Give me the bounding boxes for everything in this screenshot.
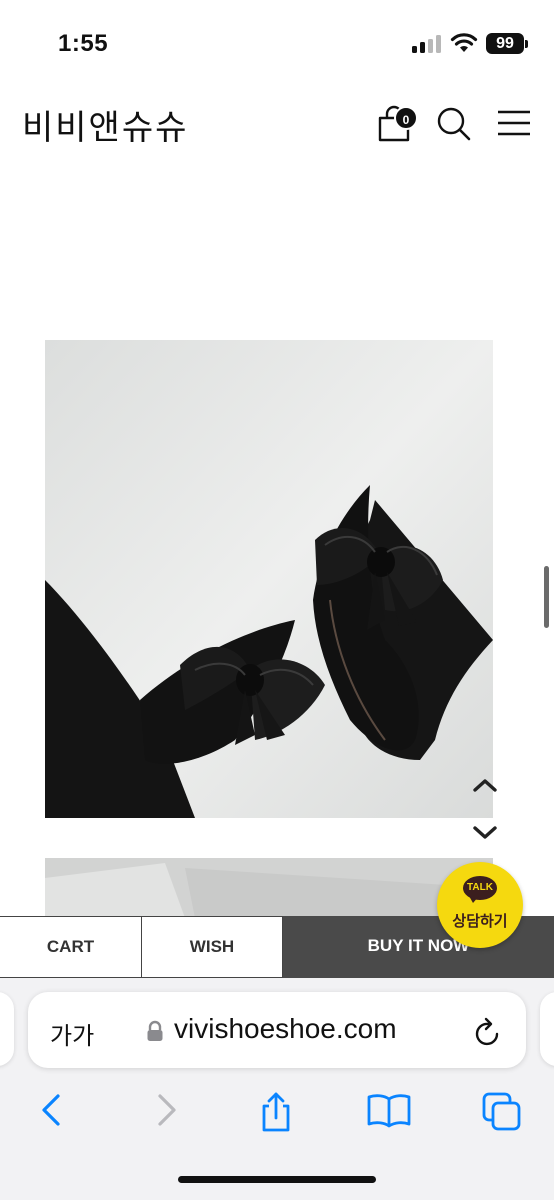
site-header: 비비앤슈슈 0 xyxy=(0,88,554,168)
battery-cap xyxy=(525,40,528,48)
product-image-secondary[interactable] xyxy=(45,858,493,918)
battery-icon: 99 xyxy=(486,33,524,54)
bookmarks-icon[interactable] xyxy=(366,1090,412,1130)
tabs-icon[interactable] xyxy=(480,1090,524,1134)
talk-bubble-tail xyxy=(469,896,479,903)
cart-count-badge: 0 xyxy=(394,106,418,130)
kakao-talk-button[interactable]: TALK 상담하기 xyxy=(437,862,523,948)
scroll-indicator[interactable] xyxy=(544,566,549,628)
chevron-up-icon[interactable] xyxy=(472,776,498,794)
back-icon[interactable] xyxy=(38,1090,64,1130)
site-logo[interactable]: 비비앤슈슈 xyxy=(22,100,188,149)
page-settings-button[interactable]: 가가 xyxy=(50,1016,94,1051)
cellular-signal-icon xyxy=(412,35,442,53)
cart-button[interactable]: CART xyxy=(0,916,142,978)
forward-icon[interactable] xyxy=(154,1090,180,1130)
product-image[interactable] xyxy=(45,340,493,818)
lock-icon xyxy=(147,1020,163,1041)
status-time: 1:55 xyxy=(58,30,109,57)
wish-button[interactable]: WISH xyxy=(142,916,283,978)
next-tab-preview[interactable] xyxy=(540,992,554,1066)
chevron-down-icon[interactable] xyxy=(472,824,498,842)
url-text[interactable]: vivishoeshoe.com xyxy=(174,1013,397,1045)
previous-tab-preview[interactable] xyxy=(0,992,14,1066)
hamburger-menu-icon[interactable] xyxy=(496,108,532,138)
search-icon[interactable] xyxy=(436,106,472,142)
reload-icon[interactable] xyxy=(474,1016,502,1046)
product-photo-secondary xyxy=(45,858,493,918)
address-bar[interactable]: 가가 vivishoeshoe.com xyxy=(28,992,526,1068)
kakao-talk-label: 상담하기 xyxy=(452,913,508,930)
status-bar: 1:55 99 xyxy=(0,0,554,88)
browser-chrome: 가가 vivishoeshoe.com xyxy=(0,978,554,1200)
wifi-icon xyxy=(450,33,478,52)
share-icon[interactable] xyxy=(258,1090,294,1134)
browser-toolbar xyxy=(0,1078,554,1148)
product-photo xyxy=(45,340,493,818)
home-indicator[interactable] xyxy=(178,1176,376,1183)
